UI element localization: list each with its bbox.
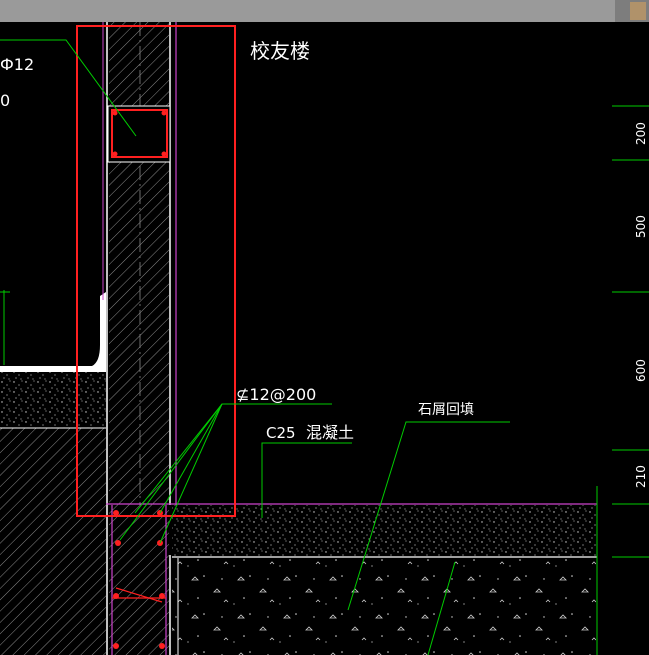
dim-600: 600: [634, 359, 648, 382]
dim-200: 200: [634, 122, 648, 145]
cad-drawing-canvas[interactable]: 校友楼 ⊈12@200 C25 混凝土 石屑回填 Ф12 0 200 500 6…: [0, 22, 649, 655]
window-title-bar: [0, 0, 649, 22]
app-icon: [630, 2, 646, 20]
wall-hatch: [109, 22, 169, 505]
gravel-backfill: [172, 558, 596, 655]
concrete-text-label: 混凝土: [306, 423, 354, 442]
left-second-label: 0: [0, 91, 10, 110]
dim-210: 210: [634, 465, 648, 488]
left-rebar-label: Ф12: [0, 55, 34, 74]
dim-500: 500: [634, 215, 648, 238]
left-slab-edge: [0, 292, 106, 372]
concrete-grade-label: C25: [266, 424, 296, 442]
left-soil-hatch: [0, 428, 106, 655]
left-floor-slab: [0, 372, 106, 428]
dimension-line: [612, 105, 649, 558]
rebar-spec-label: ⊈12@200: [236, 385, 316, 404]
footing-hatch: [109, 505, 169, 655]
drawing-title: 校友楼: [250, 39, 310, 63]
fill-note-label: 石屑回填: [418, 402, 474, 418]
